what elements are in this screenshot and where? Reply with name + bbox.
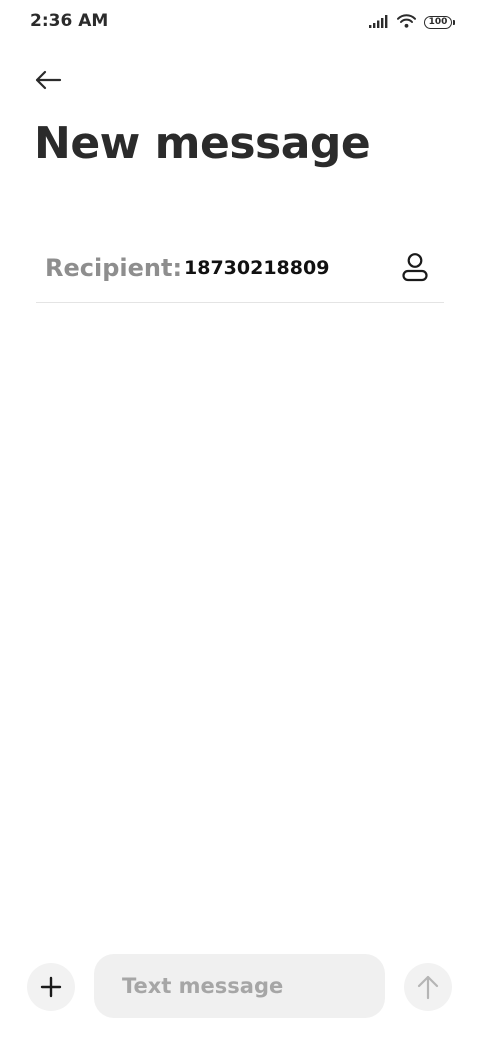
signal-icon (369, 13, 389, 32)
wifi-icon (397, 13, 416, 32)
status-time: 2:36 AM (30, 11, 109, 31)
new-message-screen: 2:36 AM 100 New message Recipient: 18730… (0, 0, 480, 1040)
battery-icon: 100 (424, 16, 455, 29)
send-button[interactable] (404, 963, 452, 1011)
person-icon (402, 253, 428, 282)
status-bar: 2:36 AM 100 (0, 0, 480, 44)
plus-icon (40, 976, 62, 998)
back-button[interactable] (28, 60, 68, 100)
arrow-up-icon (417, 975, 439, 1000)
message-input[interactable] (122, 954, 372, 1018)
recipient-input[interactable] (184, 257, 384, 279)
recipient-row: Recipient: (36, 236, 444, 303)
status-icons: 100 (369, 13, 455, 32)
arrow-left-icon (35, 70, 62, 90)
message-input-box (94, 954, 385, 1018)
recipient-label: Recipient: (45, 254, 183, 282)
contact-picker-button[interactable] (400, 252, 430, 282)
attach-button[interactable] (27, 963, 75, 1011)
page-title: New message (34, 118, 371, 169)
